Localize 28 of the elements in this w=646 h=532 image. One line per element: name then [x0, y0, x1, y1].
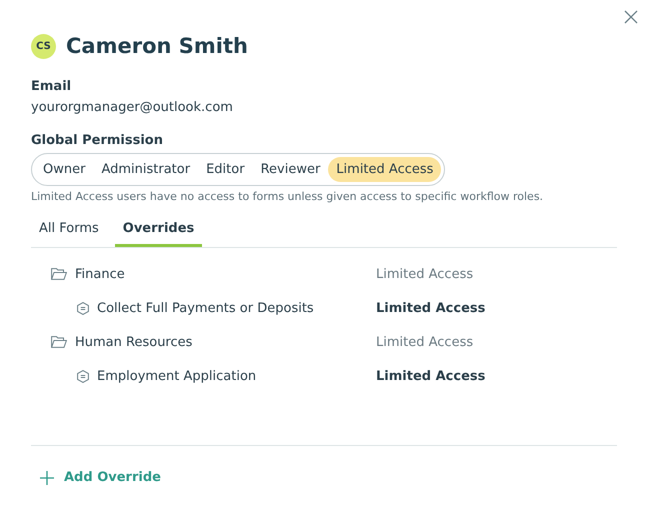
tab[interactable]: Overrides: [114, 213, 202, 247]
access-level: Limited Access: [376, 300, 486, 316]
form-icon: [77, 370, 89, 382]
email-label: Email: [31, 79, 72, 94]
avatar-initials: CS: [31, 34, 56, 58]
close-icon: [624, 10, 638, 24]
permission-option[interactable]: Owner: [35, 157, 94, 182]
permission-option[interactable]: Editor: [198, 157, 253, 182]
access-level: Limited Access: [376, 334, 474, 350]
folder-icon: [51, 268, 67, 280]
permission-description: Limited Access users have no access to forms unless given access to specific workflow roles.: [31, 190, 544, 203]
form-icon: [77, 302, 89, 314]
override-name: Finance: [75, 266, 125, 282]
override-name: Employment Application: [97, 368, 256, 384]
email-value: yourorgmanager@outlook.com: [31, 100, 234, 115]
tab[interactable]: All Forms: [31, 213, 107, 247]
permission-option[interactable]: Reviewer: [252, 157, 328, 182]
permission-label: Global Permission: [31, 133, 164, 148]
access-level: Limited Access: [376, 368, 486, 384]
folder-icon: [51, 336, 67, 348]
plus-icon: [40, 470, 54, 484]
access-level: Limited Access: [376, 266, 474, 282]
user-name: Cameron Smith: [66, 34, 248, 58]
override-name: Human Resources: [75, 334, 192, 350]
override-name: Collect Full Payments or Deposits: [97, 300, 314, 316]
close-button[interactable]: [624, 10, 638, 24]
permission-option[interactable]: Limited Access: [328, 157, 442, 182]
permission-option[interactable]: Administrator: [93, 157, 198, 182]
